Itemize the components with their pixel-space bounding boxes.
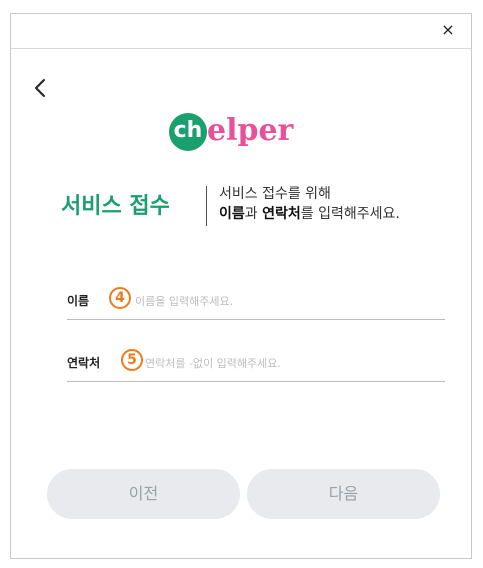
header-desc-line2: 이름과 연락처를 입력해주세요. (219, 204, 400, 224)
name-input[interactable] (135, 288, 415, 314)
chevron-left-icon (35, 79, 45, 97)
phone-field: 연락처 5 (67, 346, 445, 382)
helper-logo: ch elper (169, 110, 319, 154)
header: 서비스 접수 서비스 접수를 위해 이름과 연락처를 입력해주세요. (61, 184, 461, 234)
step-badge-5: 5 (121, 349, 143, 371)
phone-input[interactable] (145, 350, 425, 376)
header-desc-line1: 서비스 접수를 위해 (219, 186, 331, 202)
title-bar: × (11, 14, 471, 49)
logo-badge: ch (169, 113, 207, 151)
logo-text: elper (207, 113, 294, 148)
header-description: 서비스 접수를 위해 이름과 연락처를 입력해주세요. (219, 184, 400, 224)
service-dialog: × ch elper 서비스 접수 서비스 접수를 위해 이름과 연락처를 입력… (10, 13, 472, 559)
desc-bold-phone: 연락처 (262, 206, 301, 222)
logo-badge-text: ch (173, 118, 203, 143)
desc-mid: 과 (244, 206, 263, 222)
header-divider (206, 186, 207, 226)
desc-bold-name: 이름 (219, 206, 245, 222)
name-label: 이름 (67, 294, 90, 308)
next-button[interactable]: 다음 (247, 469, 440, 519)
step-badge-4: 4 (109, 287, 131, 309)
page-title: 서비스 접수 (61, 194, 170, 219)
desc-end: 를 입력해주세요. (300, 206, 400, 222)
back-button[interactable] (31, 76, 51, 100)
name-field: 이름 4 (67, 284, 445, 320)
close-button[interactable]: × (439, 21, 457, 39)
prev-button[interactable]: 이전 (47, 469, 240, 519)
phone-label: 연락처 (67, 356, 101, 370)
